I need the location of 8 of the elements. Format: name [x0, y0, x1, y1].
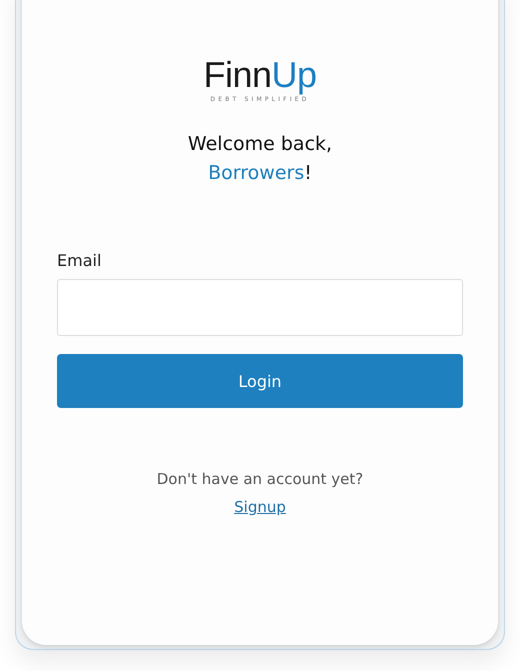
login-button[interactable]: Login	[57, 354, 463, 408]
welcome-heading: Welcome back,	[188, 132, 332, 157]
logo-text: Finn	[203, 59, 272, 91]
signup-link[interactable]: Signup	[234, 498, 286, 516]
welcome-name: Borrowers!	[207, 161, 313, 186]
email-field[interactable]	[57, 279, 463, 336]
email-label: Email	[57, 251, 102, 270]
signup-prompt: Don't have an account yet?	[156, 470, 364, 488]
